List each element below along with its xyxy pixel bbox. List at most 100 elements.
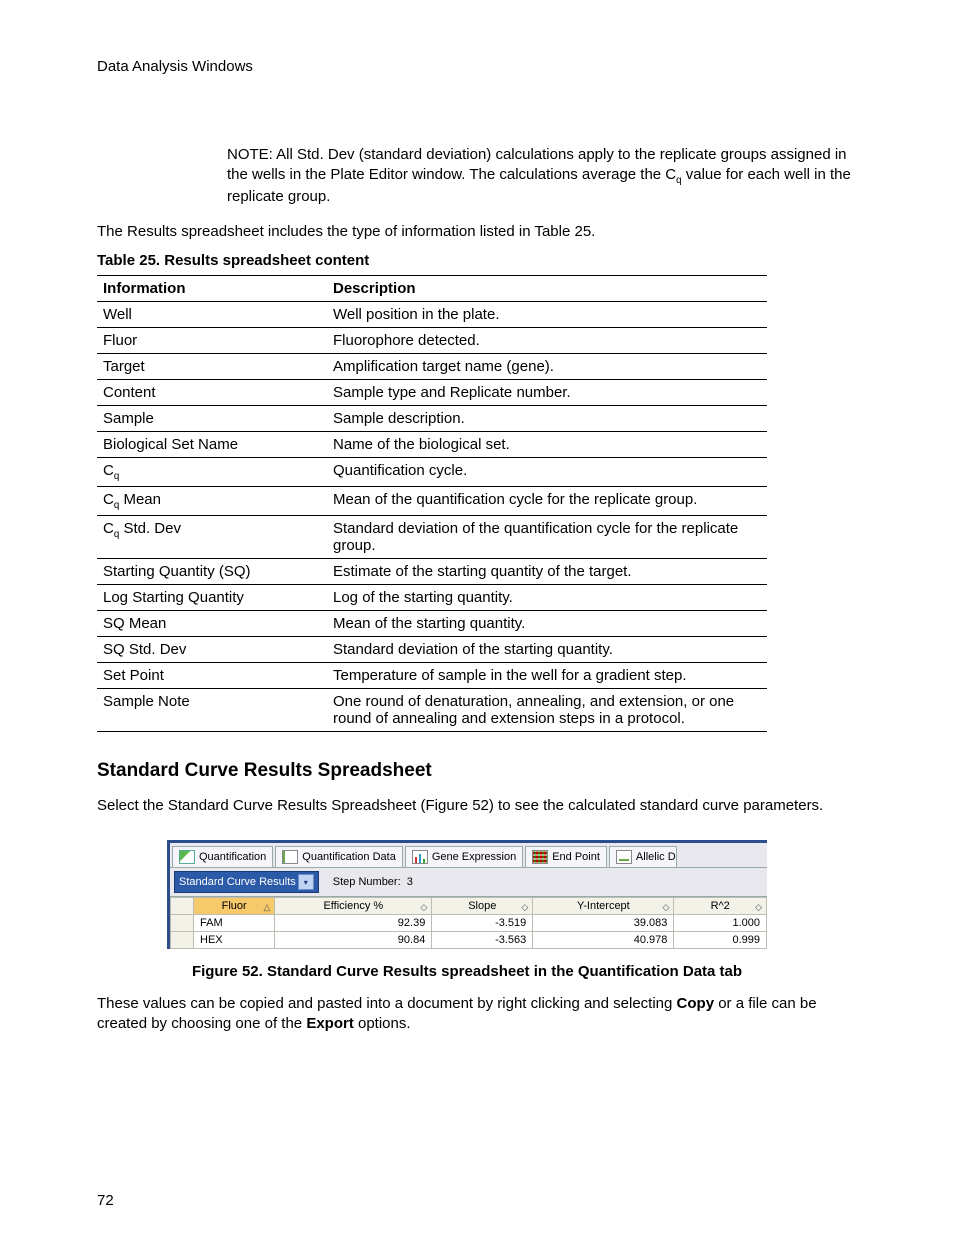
tab-gene-expression[interactable]: Gene Expression [405,846,523,867]
tab-label: End Point [552,851,600,863]
desc-cell: Mean of the quantification cycle for the… [327,486,767,515]
sort-icon: ◇ [662,902,669,913]
cell-r2[interactable]: 1.000 [674,915,767,932]
page-number: 72 [97,1192,114,1209]
desc-cell: Standard deviation of the quantification… [327,515,767,558]
grid-row[interactable]: HEX90.84-3.56340.9780.999 [171,932,767,949]
tab-bar: Quantification Quantification Data Gene … [170,843,767,868]
table-row: Cq Std. DevStandard deviation of the qua… [97,515,767,558]
tab-label: Allelic D [636,851,676,863]
results-dropdown[interactable]: Standard Curve Results ▾ [174,871,319,893]
cell-slope[interactable]: -3.519 [432,915,533,932]
results-grid[interactable]: Fluor △ Efficiency % ◇ Slope ◇ Y-Inter [170,897,767,949]
desc-cell: Mean of the starting quantity. [327,610,767,636]
cell-eff[interactable]: 92.39 [275,915,432,932]
table-row: WellWell position in the plate. [97,301,767,327]
closing-text: These values can be copied and pasted in… [97,994,867,1035]
step-value: 3 [407,876,413,888]
section-heading: Standard Curve Results Spreadsheet [97,760,867,782]
desc-cell: Estimate of the starting quantity of the… [327,558,767,584]
info-cell: Cq [97,457,327,486]
desc-cell: Well position in the plate. [327,301,767,327]
desc-cell: Sample type and Replicate number. [327,379,767,405]
figure-screenshot: Quantification Quantification Data Gene … [167,840,767,949]
col-label: R^2 [711,900,730,912]
row-header[interactable] [171,915,194,932]
table25-caption: Table 25. Results spreadsheet content [97,252,867,269]
chevron-down-icon: ▾ [298,874,314,890]
info-cell: Sample [97,405,327,431]
tab-quantification-data[interactable]: Quantification Data [275,846,403,867]
table-row: TargetAmplification target name (gene). [97,353,767,379]
step-label: Step Number: [333,876,401,888]
tab-label: Quantification Data [302,851,396,863]
col-slope[interactable]: Slope ◇ [432,898,533,915]
table-row: Sample NoteOne round of denaturation, an… [97,688,767,731]
table-row: ContentSample type and Replicate number. [97,379,767,405]
cell-r2[interactable]: 0.999 [674,932,767,949]
col-yintercept[interactable]: Y-Intercept ◇ [533,898,674,915]
col-fluor[interactable]: Fluor △ [194,898,275,915]
col-r2[interactable]: R^2 ◇ [674,898,767,915]
tab-label: Gene Expression [432,851,516,863]
desc-cell: Name of the biological set. [327,431,767,457]
table-row: SQ Std. DevStandard deviation of the sta… [97,636,767,662]
cell-yint[interactable]: 39.083 [533,915,674,932]
sort-icon: ◇ [755,902,762,913]
table-row: Log Starting QuantityLog of the starting… [97,584,767,610]
cell-fluor[interactable]: FAM [194,915,275,932]
closing-bold-copy: Copy [677,995,715,1012]
col-label: Y-Intercept [577,900,630,912]
table-row: FluorFluorophore detected. [97,327,767,353]
desc-cell: One round of denaturation, annealing, an… [327,688,767,731]
col-label: Slope [468,900,496,912]
info-cell: Cq Mean [97,486,327,515]
desc-cell: Fluorophore detected. [327,327,767,353]
sort-icon: ◇ [521,902,528,913]
info-cell: Content [97,379,327,405]
table-row: Set PointTemperature of sample in the we… [97,662,767,688]
row-header[interactable] [171,932,194,949]
sheet-icon [282,850,298,864]
tab-quantification[interactable]: Quantification [172,846,273,867]
col-label: Efficiency % [323,900,383,912]
col-efficiency[interactable]: Efficiency % ◇ [275,898,432,915]
desc-cell: Amplification target name (gene). [327,353,767,379]
cell-eff[interactable]: 90.84 [275,932,432,949]
grid-row[interactable]: FAM92.39-3.51939.0831.000 [171,915,767,932]
closing-pre: These values can be copied and pasted in… [97,995,677,1012]
sort-icon: ◇ [420,902,427,913]
table-row: CqQuantification cycle. [97,457,767,486]
desc-cell: Log of the starting quantity. [327,584,767,610]
cell-fluor[interactable]: HEX [194,932,275,949]
tab-end-point[interactable]: End Point [525,846,607,867]
intro-text: The Results spreadsheet includes the typ… [97,222,867,242]
step-number: Step Number: 3 [333,876,413,888]
dropdown-label: Standard Curve Results [179,876,296,888]
info-cell: Fluor [97,327,327,353]
info-cell: Log Starting Quantity [97,584,327,610]
desc-cell: Temperature of sample in the well for a … [327,662,767,688]
plot-icon [616,850,632,864]
closing-post: options. [354,1015,411,1032]
table25: Information Description WellWell positio… [97,275,767,732]
cell-slope[interactable]: -3.563 [432,932,533,949]
tab-label: Quantification [199,851,266,863]
table-row: Cq MeanMean of the quantification cycle … [97,486,767,515]
info-cell: Biological Set Name [97,431,327,457]
info-cell: Target [97,353,327,379]
table-row: Starting Quantity (SQ)Estimate of the st… [97,558,767,584]
info-cell: SQ Mean [97,610,327,636]
table-row: SQ MeanMean of the starting quantity. [97,610,767,636]
running-header: Data Analysis Windows [97,58,867,75]
curve-icon [179,850,195,864]
table-row: SampleSample description. [97,405,767,431]
closing-bold-export: Export [306,1015,354,1032]
info-cell: Starting Quantity (SQ) [97,558,327,584]
info-cell: Cq Std. Dev [97,515,327,558]
info-cell: SQ Std. Dev [97,636,327,662]
tab-allelic[interactable]: Allelic D [609,846,677,867]
section-para: Select the Standard Curve Results Spread… [97,796,867,816]
cell-yint[interactable]: 40.978 [533,932,674,949]
table25-head-info: Information [97,275,327,301]
